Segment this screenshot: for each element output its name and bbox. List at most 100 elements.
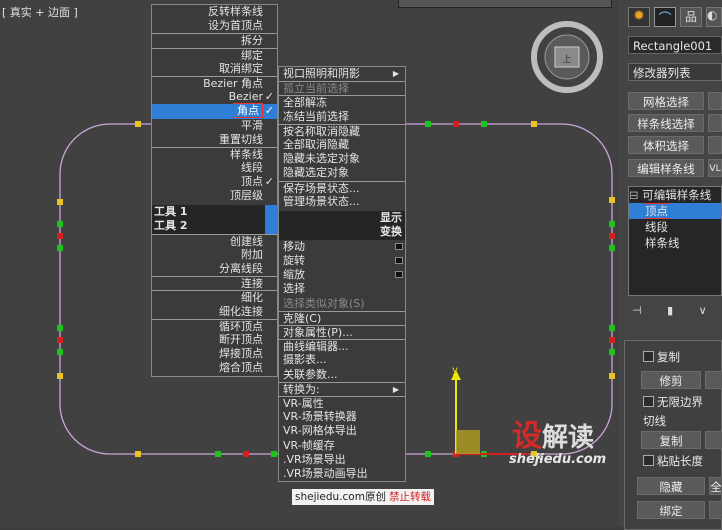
unbind-button[interactable] [709,501,722,519]
menu-item[interactable]: 视口照明和阴影 ▶ [279,67,405,81]
spline-vertex[interactable] [243,451,249,457]
menu-item[interactable]: 附加 [152,248,277,262]
create-tab-icon[interactable]: ✹ [628,7,650,27]
menu-item[interactable]: Bezier ✓ [152,90,277,104]
menu-item[interactable]: 绑定 [152,47,277,62]
show-end-result-icon[interactable]: ▮ [667,304,673,317]
menu-item[interactable]: 重置切线 [152,133,277,147]
menu-item[interactable]: 创建线 [152,233,277,248]
menu-item[interactable]: 反转样条线 [152,5,277,19]
stack-item-segment[interactable]: 线段 [629,219,721,235]
menu-item[interactable]: 循环顶点 [152,318,277,333]
menu-item[interactable]: 移动 [279,240,405,254]
partial-button-1[interactable] [708,92,722,110]
stack-item-editable-spline[interactable]: ⊟ 可编辑样条线 [629,187,721,203]
hide-button[interactable]: 隐藏 [637,477,705,495]
menu-item[interactable]: 转换为: ▶ [279,381,405,396]
spline-vertex[interactable] [609,197,615,203]
menu-item[interactable]: 细化 [152,290,277,304]
tangent-copy-button[interactable]: 复制 [641,431,701,449]
spline-vertex[interactable] [481,121,487,127]
menu-item[interactable]: 设为首顶点 [152,19,277,33]
extend-button[interactable] [705,371,722,389]
menu-item[interactable]: 缩放 [279,268,405,282]
menu-item[interactable]: 摄影表... [279,353,405,367]
menu-item[interactable]: 分离线段 [152,262,277,276]
edit-spline-button[interactable]: 编辑样条线 [628,159,704,177]
volume-select-button[interactable]: 体积选择 [628,136,704,154]
menu-item[interactable]: 全部取消隐藏 [279,138,405,152]
spline-vertex[interactable] [57,245,63,251]
spline-vertex[interactable] [609,373,615,379]
menu-item[interactable]: 隐藏选定对象 [279,166,405,180]
paste-length-checkbox[interactable]: 粘贴长度 [643,453,703,469]
menu-item[interactable]: 取消绑定 [152,62,277,76]
spline-vertex[interactable] [609,245,615,251]
menu-item[interactable]: 熔合顶点 [152,361,277,375]
spline-vertex[interactable] [609,325,615,331]
bind-button[interactable]: 绑定 [637,501,705,519]
unhide-all-button[interactable]: 全 [709,477,722,495]
spline-vertex[interactable] [425,121,431,127]
spline-select-button[interactable]: 样条线选择 [628,114,704,132]
menu-item[interactable]: 焊接顶点 [152,347,277,361]
spline-vertex[interactable] [57,337,63,343]
menu-item[interactable]: 连接 [152,276,277,290]
hierarchy-tab-icon[interactable]: 品 [680,7,702,27]
pin-stack-icon[interactable]: ⊣ [632,304,642,317]
spline-vertex[interactable] [609,349,615,355]
infinite-bounds-checkbox[interactable]: 无限边界 [643,394,703,410]
menu-item[interactable]: .VR场景动画导出 [279,467,405,481]
menu-item[interactable]: 细化连接 [152,305,277,319]
menu-item[interactable]: VR-帧缓存 [279,439,405,453]
spline-vertex[interactable] [57,325,63,331]
menu-item[interactable]: VR-网格体导出 [279,424,405,438]
modifier-list-dropdown[interactable]: 修改器列表 [628,63,722,81]
spline-vertex[interactable] [609,221,615,227]
menu-item[interactable]: 旋转 [279,254,405,268]
menu-item[interactable]: 顶层级 [152,189,277,203]
tangent-paste-button[interactable] [705,431,722,449]
settings-box-icon[interactable] [395,271,403,279]
motion-tab-icon[interactable]: ◐ [706,7,722,27]
menu-item[interactable]: 按名称取消隐藏 [279,123,405,138]
spline-vertex[interactable] [215,451,221,457]
menu-item[interactable]: 曲线编辑器... [279,339,405,353]
make-unique-icon[interactable]: ∨ [699,304,707,317]
stack-item-vertex[interactable]: 顶点 [629,203,721,219]
spline-vertex[interactable] [609,337,615,343]
spline-vertex[interactable] [271,451,277,457]
spline-vertex[interactable] [531,121,537,127]
partial-button-2[interactable] [708,114,722,132]
spline-vertex[interactable] [425,451,431,457]
menu-item[interactable]: Bezier 角点 [152,75,277,90]
spline-vertex[interactable] [453,121,459,127]
menu-item[interactable]: 克隆(C) [279,310,405,325]
menu-item[interactable]: 线段 [152,161,277,175]
object-name-field[interactable]: Rectangle001 [628,36,722,54]
modify-tab-icon[interactable]: ⌒ [654,7,676,27]
spline-vertex[interactable] [135,451,141,457]
settings-box-icon[interactable] [395,242,403,250]
menu-item[interactable]: 顶点 ✓ [152,175,277,189]
menu-item[interactable]: VR-场景转换器 [279,410,405,424]
menu-item[interactable]: 断开顶点 [152,333,277,347]
menu-item[interactable]: .VR场景导出 [279,453,405,467]
menu-item[interactable]: 关联参数... [279,368,405,382]
menu-item[interactable]: 管理场景状态... [279,195,405,209]
menu-item[interactable]: 全部解冻 [279,95,405,109]
menu-item[interactable]: 对象属性(P)... [279,325,405,339]
menu-item[interactable]: 冻结当前选择 [279,110,405,124]
menu-item[interactable]: 平滑 [152,119,277,133]
copy-checkbox[interactable]: 复制 [643,349,680,365]
mesh-select-button[interactable]: 网格选择 [628,92,704,110]
trim-button[interactable]: 修剪 [641,371,701,389]
menu-item[interactable]: VR-属性 [279,395,405,410]
spline-vertex[interactable] [609,233,615,239]
menu-item[interactable]: 拆分 [152,33,277,47]
settings-box-icon[interactable] [395,257,403,265]
menu-item[interactable]: 角点 ✓ [152,103,277,119]
menu-item[interactable]: 样条线 [152,146,277,161]
menu-item[interactable]: 选择 [279,282,405,296]
vl-button[interactable]: VL [708,159,722,177]
